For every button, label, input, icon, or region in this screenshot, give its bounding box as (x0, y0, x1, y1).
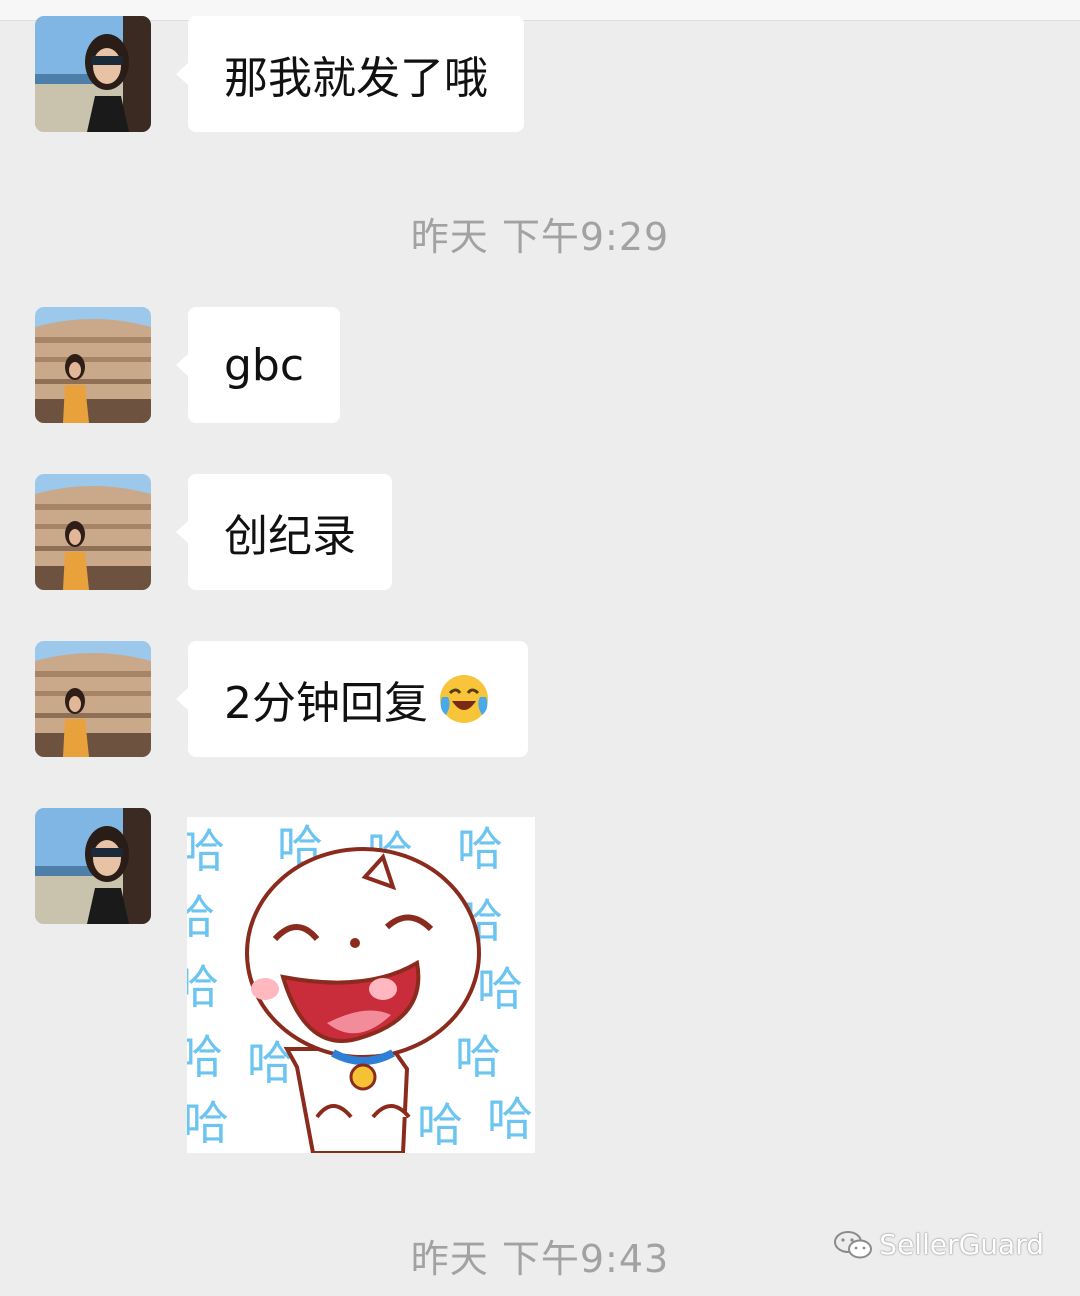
colosseum-avatar-image (35, 307, 151, 423)
message-bubble[interactable]: 那我就发了哦 (176, 16, 524, 132)
message-bubble[interactable]: 创纪录 (176, 474, 392, 590)
sticker-pattern-text: 哈 (187, 824, 225, 878)
sender-avatar[interactable] (35, 16, 151, 132)
colosseum-avatar-image (35, 641, 151, 757)
sender-avatar[interactable] (35, 474, 151, 590)
message-text: 2分钟回复 (224, 678, 428, 729)
sticker-pattern-text: 哈 (247, 1036, 293, 1090)
sticker-pattern-text: 哈 (187, 960, 219, 1014)
sticker-pattern-text: 哈 (457, 822, 503, 876)
sticker-pattern-text: 哈 (455, 1030, 501, 1084)
message-text: 创纪录 (224, 511, 356, 562)
message-bubble[interactable]: 2分钟回复 (176, 641, 528, 757)
sticker-pattern-text: 哈 (487, 1092, 533, 1146)
watermark: SellerGuard (833, 1228, 1044, 1261)
message-text: gbc (224, 339, 305, 391)
sender-avatar[interactable] (35, 641, 151, 757)
chat-timestamp: 昨天 下午9:29 (410, 215, 670, 259)
sticker-pattern-text: 哈 (477, 962, 523, 1016)
laughing-cat-sticker[interactable]: 哈 哈 哈 哈 哈 哈 哈 哈 哈 哈 哈 哈 哈 哈 (187, 817, 535, 1153)
sender-avatar[interactable] (35, 307, 151, 423)
laughing-crying-emoji-icon (440, 675, 488, 723)
wechat-icon (834, 1230, 873, 1258)
sunglasses-avatar-image (35, 808, 151, 924)
top-divider (0, 0, 1080, 21)
message-text: 那我就发了哦 (224, 53, 488, 104)
sticker-pattern-text: 哈 (187, 890, 215, 944)
sender-avatar[interactable] (35, 808, 151, 924)
sticker-pattern-text: 哈 (187, 1030, 223, 1084)
sticker-pattern-text: 哈 (187, 1096, 229, 1150)
colosseum-avatar-image (35, 474, 151, 590)
message-bubble[interactable]: gbc (175, 307, 341, 423)
sticker-pattern-text: 哈 (417, 1098, 463, 1152)
watermark-text: SellerGuard (879, 1228, 1044, 1261)
sunglasses-avatar-image (35, 16, 151, 132)
sticker-image: 哈 哈 哈 哈 哈 哈 哈 哈 哈 哈 哈 哈 哈 哈 (187, 817, 535, 1153)
